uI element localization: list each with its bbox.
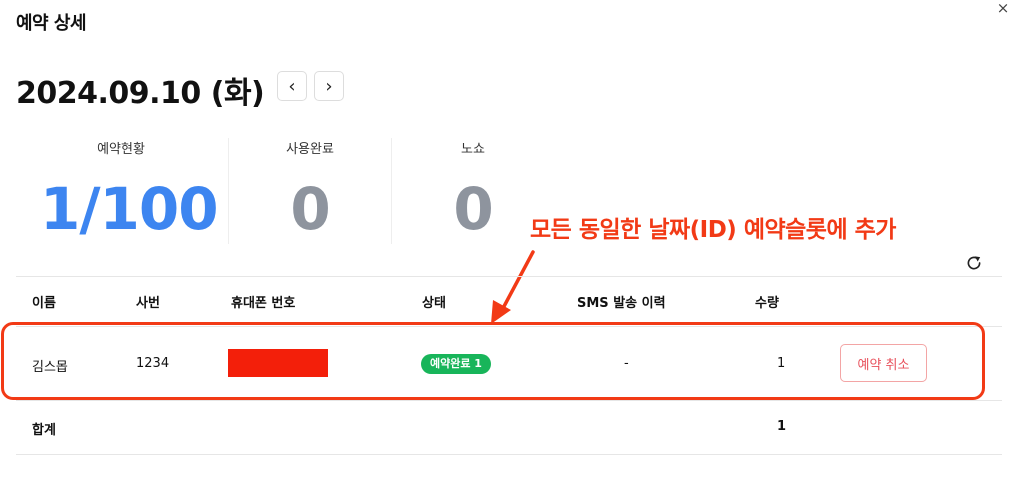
row-name: 김스몹 bbox=[32, 360, 68, 375]
annotation-arrow-icon bbox=[491, 250, 535, 324]
phone-redacted bbox=[228, 349, 328, 377]
column-header-phone: 휴대폰 번호 bbox=[231, 296, 296, 311]
total-quantity: 1 bbox=[777, 419, 787, 434]
cancel-reservation-button[interactable]: 예약 취소 bbox=[840, 344, 927, 382]
row-sms-history: - bbox=[624, 356, 629, 371]
stat-used: 사용완료 0 bbox=[229, 140, 391, 244]
next-date-button[interactable]: › bbox=[314, 71, 344, 101]
column-header-quantity: 수량 bbox=[755, 296, 779, 311]
status-badge: 예약완료 1 bbox=[421, 354, 491, 374]
table-bottom-border bbox=[16, 454, 1002, 455]
stat-value: 1/100 bbox=[40, 175, 219, 243]
chevron-right-icon: › bbox=[325, 75, 333, 97]
row-quantity: 1 bbox=[777, 356, 786, 371]
annotation-text: 모든 동일한 날짜(ID) 예약슬롯에 추가 bbox=[530, 217, 896, 243]
close-icon[interactable]: × bbox=[994, 0, 1012, 18]
stat-label: 예약현황 bbox=[97, 142, 145, 157]
total-label: 합계 bbox=[32, 423, 56, 438]
row-employee-no: 1234 bbox=[136, 356, 170, 371]
column-header-sms-history: SMS 발송 이력 bbox=[577, 296, 666, 311]
modal-title: 예약 상세 bbox=[16, 13, 87, 34]
stat-label: 사용완료 bbox=[286, 142, 334, 157]
column-header-name: 이름 bbox=[32, 296, 56, 311]
header-row-border bbox=[16, 326, 1002, 327]
row-border bbox=[16, 400, 1002, 401]
refresh-icon[interactable] bbox=[965, 254, 983, 272]
column-header-employee-no: 사번 bbox=[136, 296, 160, 311]
stat-label: 노쇼 bbox=[461, 142, 485, 157]
date-title: 2024.09.10 (화) bbox=[16, 76, 265, 111]
chevron-left-icon: ‹ bbox=[288, 75, 296, 97]
prev-date-button[interactable]: ‹ bbox=[277, 71, 307, 101]
table-top-border bbox=[16, 276, 1002, 277]
column-header-status: 상태 bbox=[422, 296, 446, 311]
stat-value: 0 bbox=[290, 175, 330, 243]
stat-reservation-status: 예약현황 1/100 bbox=[40, 140, 219, 244]
